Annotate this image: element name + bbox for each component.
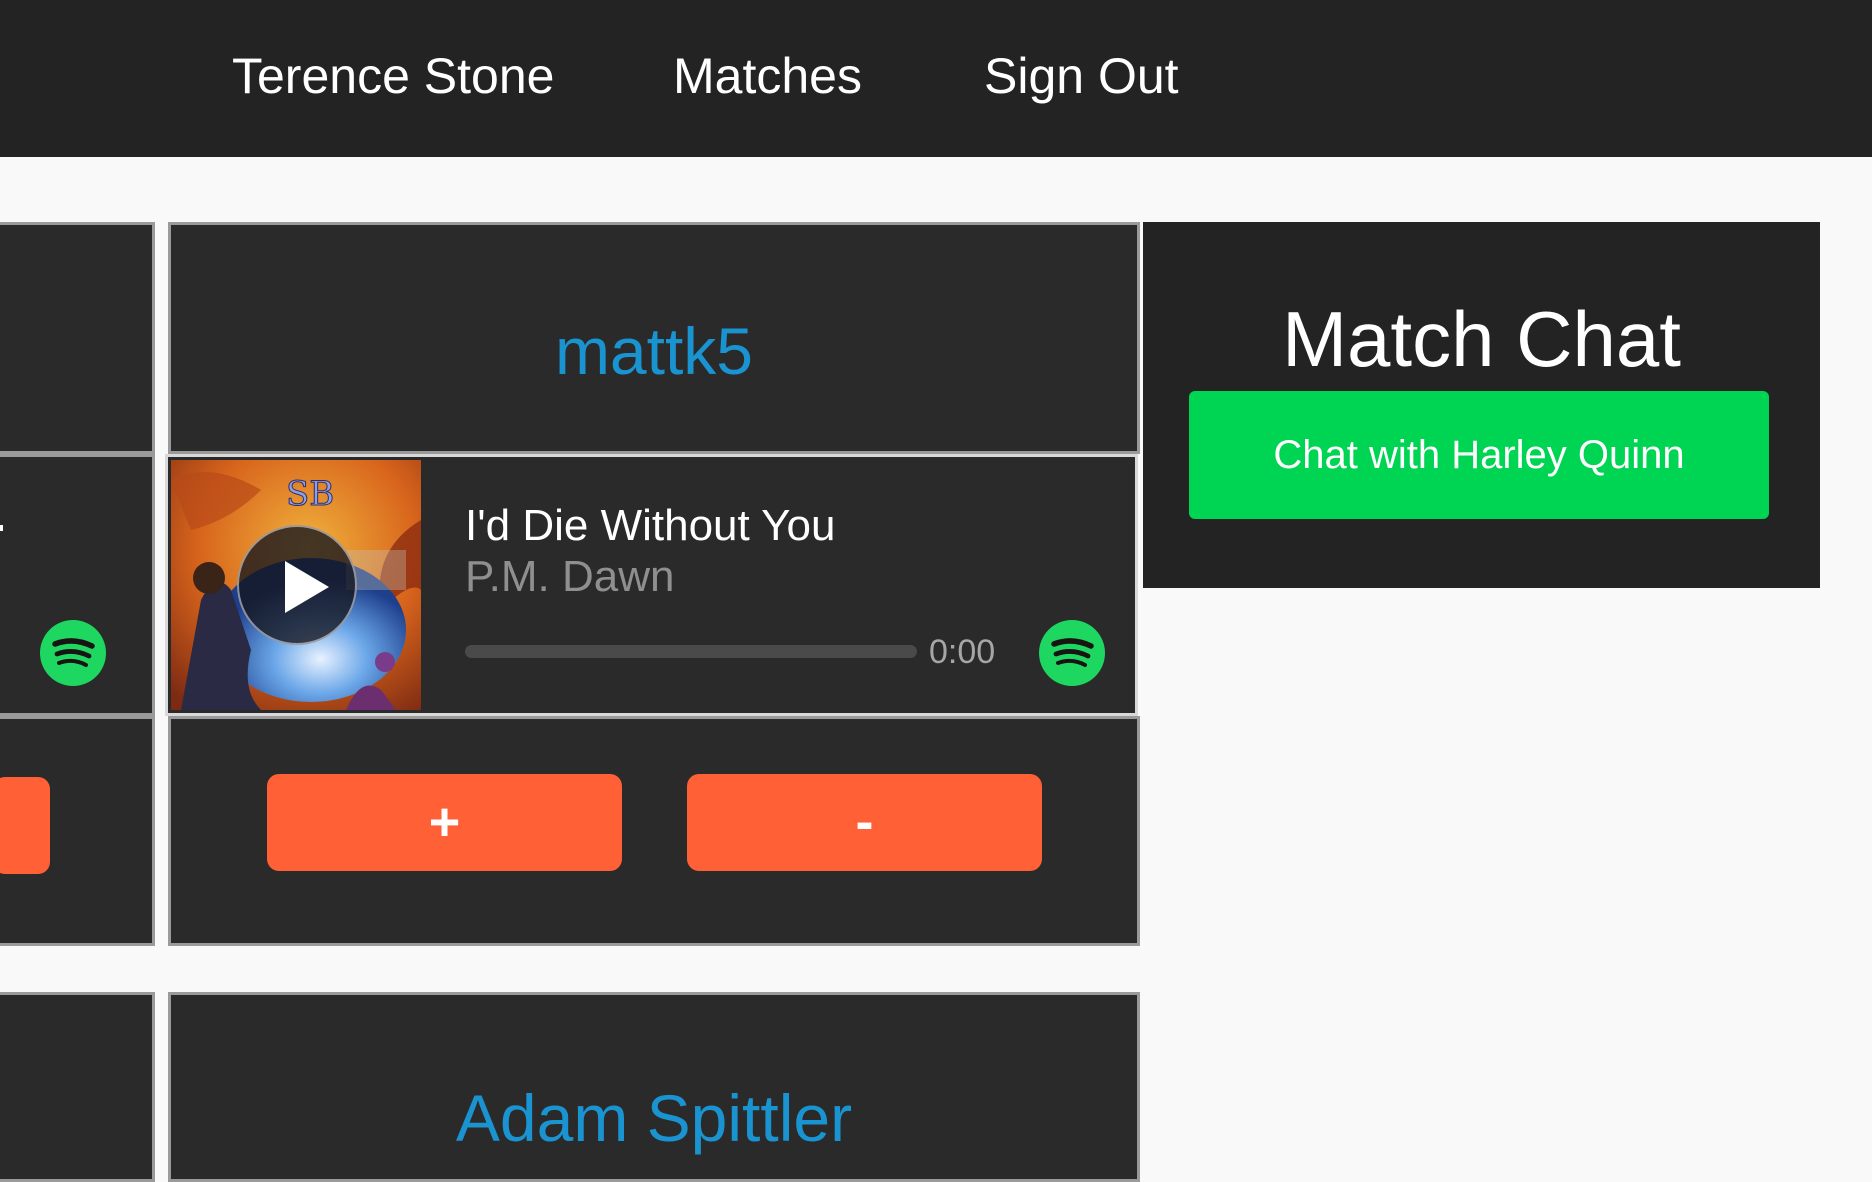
partial-vote-button[interactable]	[0, 777, 50, 874]
nav-sign-out-link[interactable]: Sign Out	[984, 46, 1179, 106]
match-username[interactable]: Adam Spittler	[171, 1080, 1137, 1156]
match-card-actions: + -	[168, 716, 1140, 946]
chat-with-match-button[interactable]: Chat with Harley Quinn	[1189, 391, 1769, 519]
partial-actions-row	[0, 716, 155, 946]
nav-user-name-link[interactable]: Terence Stone	[232, 46, 554, 106]
svg-text:SB: SB	[286, 474, 334, 514]
upvote-button[interactable]: +	[267, 774, 622, 871]
partial-track-row: 0	[0, 454, 155, 716]
partial-card-header-2	[0, 992, 155, 1182]
top-nav-bar: Terence Stone Matches Sign Out	[0, 0, 1872, 157]
match-username[interactable]: mattk5	[171, 313, 1137, 389]
partial-card-header	[0, 222, 155, 454]
match-card-header: mattk5	[168, 222, 1140, 454]
match-card-header: Adam Spittler	[168, 992, 1140, 1182]
play-button[interactable]	[237, 525, 357, 645]
album-art: SB	[171, 460, 421, 710]
spotify-icon[interactable]	[40, 620, 106, 686]
track-progress-bar[interactable]	[465, 645, 917, 658]
nav-matches-link[interactable]: Matches	[673, 46, 862, 106]
spotify-icon[interactable]	[1039, 620, 1105, 686]
partial-text-fragment	[0, 525, 3, 531]
track-player: SB I'd Die Without You P.M. Dawn 0:00	[165, 454, 1138, 716]
song-title: I'd Die Without You	[465, 501, 836, 550]
downvote-button[interactable]: -	[687, 774, 1042, 871]
song-artist: P.M. Dawn	[465, 552, 675, 601]
track-time: 0:00	[929, 633, 996, 671]
match-chat-title: Match Chat	[1282, 295, 1681, 383]
